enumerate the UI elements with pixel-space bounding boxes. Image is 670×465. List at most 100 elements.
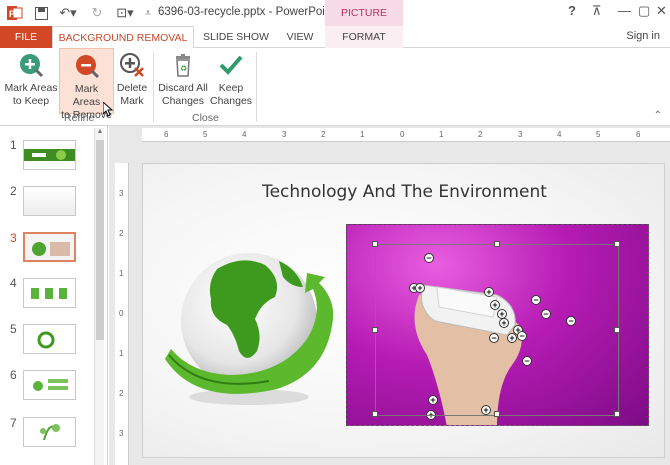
slide-thumbnail-1[interactable]	[23, 140, 76, 170]
thumb-number: 1	[10, 138, 17, 152]
resize-handle[interactable]	[372, 327, 378, 333]
slide-thumbnail-3[interactable]	[23, 232, 76, 262]
mark-keep-label-1: Mark Areas	[4, 82, 58, 94]
ruler-label: 6	[164, 130, 169, 139]
keep-changes-label-1: Keep	[218, 82, 244, 94]
thumb-number: 7	[10, 416, 17, 430]
sign-in-link[interactable]: Sign in	[626, 30, 660, 42]
ribbon: Mark Areas to Keep Mark Areas to Remove …	[0, 48, 670, 126]
tab-format[interactable]: FORMAT	[325, 26, 403, 48]
mark-keep-label-2: to Keep	[12, 95, 50, 107]
ribbon-display-options-icon[interactable]: ⊼	[592, 3, 602, 19]
picture-tools-context-label: PICTURE TOOLS	[325, 0, 403, 45]
thumb-number: 5	[10, 322, 17, 336]
slide-canvas[interactable]: Technology And The Environment − + + + +…	[142, 163, 665, 458]
slide-thumbnail-4[interactable]	[23, 278, 76, 308]
resize-handle[interactable]	[614, 327, 620, 333]
save-icon[interactable]	[32, 4, 50, 22]
ruler-label: 4	[557, 130, 562, 139]
mouse-cursor-icon	[102, 100, 114, 120]
ruler-label: 5	[203, 130, 208, 139]
start-from-beginning-icon[interactable]: ⊡▾	[112, 4, 138, 22]
document-title: 6396-03-recycle.pptx - PowerPoint	[158, 6, 335, 18]
delete-mark-label-2: Mark	[120, 95, 144, 107]
minus-pencil-icon	[74, 53, 100, 79]
group-label-refine: Refine	[64, 112, 95, 124]
resize-handle[interactable]	[614, 241, 620, 247]
ruler-label: 4	[242, 130, 247, 139]
tab-background-removal[interactable]: BACKGROUND REMOVAL	[52, 26, 194, 49]
ruler-label: 0	[119, 309, 124, 318]
ruler-label: 2	[119, 229, 124, 238]
tab-file[interactable]: FILE	[0, 26, 52, 48]
ruler-label: 1	[119, 349, 124, 358]
ruler-label: 5	[596, 130, 601, 139]
ruler-label: 0	[400, 130, 405, 139]
slide-thumbnail-7[interactable]	[23, 417, 76, 447]
tab-view[interactable]: VIEW	[278, 26, 322, 48]
ruler-label: 1	[360, 130, 365, 139]
green-globe-recycle-image[interactable]	[157, 239, 347, 414]
thumb-number: 4	[10, 276, 17, 290]
title-bar: P ↶▾ ↻ ⊡▾ ⩡ 6396-03-recycle.pptx - Power…	[0, 0, 670, 45]
discard-label-1: Discard All	[158, 82, 208, 94]
ruler-label: 3	[518, 130, 523, 139]
tab-slide-show[interactable]: SLIDE SHOW	[198, 26, 274, 48]
group-label-close: Close	[192, 112, 219, 124]
scroll-up-arrow-icon[interactable]: ▲	[95, 128, 105, 138]
thumb-number: 2	[10, 184, 17, 198]
keep-changes-label-2: Changes	[210, 95, 253, 107]
mark-areas-to-keep-button[interactable]: Mark Areas to Keep	[4, 48, 58, 114]
svg-text:♻: ♻	[180, 64, 187, 73]
delete-mark-label-1: Delete	[116, 82, 148, 94]
delete-mark-button[interactable]: Delete Mark	[115, 48, 149, 114]
resize-handle[interactable]	[614, 411, 620, 417]
ruler-label: 1	[119, 269, 124, 278]
slide-thumbnail-5[interactable]	[23, 324, 76, 354]
resize-handle[interactable]	[372, 411, 378, 417]
resize-handle[interactable]	[372, 241, 378, 247]
mark-remove-label-1: Mark Areas	[72, 83, 101, 108]
ruler-label: 6	[636, 130, 641, 139]
slide-thumbnail-2[interactable]	[23, 186, 76, 216]
powerpoint-app-icon[interactable]: P	[6, 4, 24, 22]
redo-icon[interactable]: ↻	[88, 4, 106, 22]
ruler-label: 2	[321, 130, 326, 139]
thumb-number: 6	[10, 368, 17, 382]
undo-icon[interactable]: ↶▾	[56, 4, 80, 22]
slide-thumbnail-6[interactable]	[23, 370, 76, 400]
group-separator	[256, 52, 257, 122]
recycle-bin-icon: ♻	[170, 52, 196, 78]
ribbon-tabs: FILE BACKGROUND REMOVAL SLIDE SHOW VIEW …	[0, 26, 670, 49]
horizontal-ruler: 6 5 4 3 2 1 0 1 2 3 4 5 6	[142, 128, 670, 142]
scrollbar-thumb[interactable]	[96, 140, 104, 340]
discard-label-2: Changes	[161, 95, 205, 107]
slide-thumbnail-pane: 1 2 3 4 5 6 7 ▲	[0, 126, 108, 465]
plus-pencil-icon	[18, 52, 44, 78]
thumbnail-scrollbar[interactable]: ▲	[94, 128, 104, 465]
svg-text:P: P	[9, 9, 15, 19]
resize-handle[interactable]	[494, 241, 500, 247]
restore-button[interactable]: ▢	[638, 3, 650, 19]
group-separator	[153, 52, 154, 122]
ruler-label: 2	[119, 389, 124, 398]
collapse-ribbon-icon[interactable]: ⌃	[654, 110, 662, 121]
keep-area-marquee[interactable]	[372, 241, 620, 417]
minimize-button[interactable]: —	[618, 3, 631, 18]
keep-changes-button[interactable]: Keep Changes	[210, 48, 252, 114]
vertical-ruler: 3 2 1 0 1 2 3	[115, 163, 129, 465]
ruler-label: 2	[478, 130, 483, 139]
ruler-label: 3	[282, 130, 287, 139]
slide-title[interactable]: Technology And The Environment	[143, 182, 666, 202]
thumb-number: 3	[10, 231, 17, 245]
discard-all-changes-button[interactable]: ♻ Discard All Changes	[156, 48, 210, 114]
close-button[interactable]: ✕	[656, 3, 667, 19]
ruler-label: 3	[119, 429, 124, 438]
help-icon[interactable]: ?	[568, 3, 576, 18]
delete-mark-icon	[119, 52, 145, 78]
ruler-label: 3	[119, 189, 124, 198]
ruler-label: 1	[439, 130, 444, 139]
resize-handle[interactable]	[494, 411, 500, 417]
checkmark-icon	[218, 52, 244, 78]
customize-toolbar-icon[interactable]: ⩡	[142, 4, 154, 22]
